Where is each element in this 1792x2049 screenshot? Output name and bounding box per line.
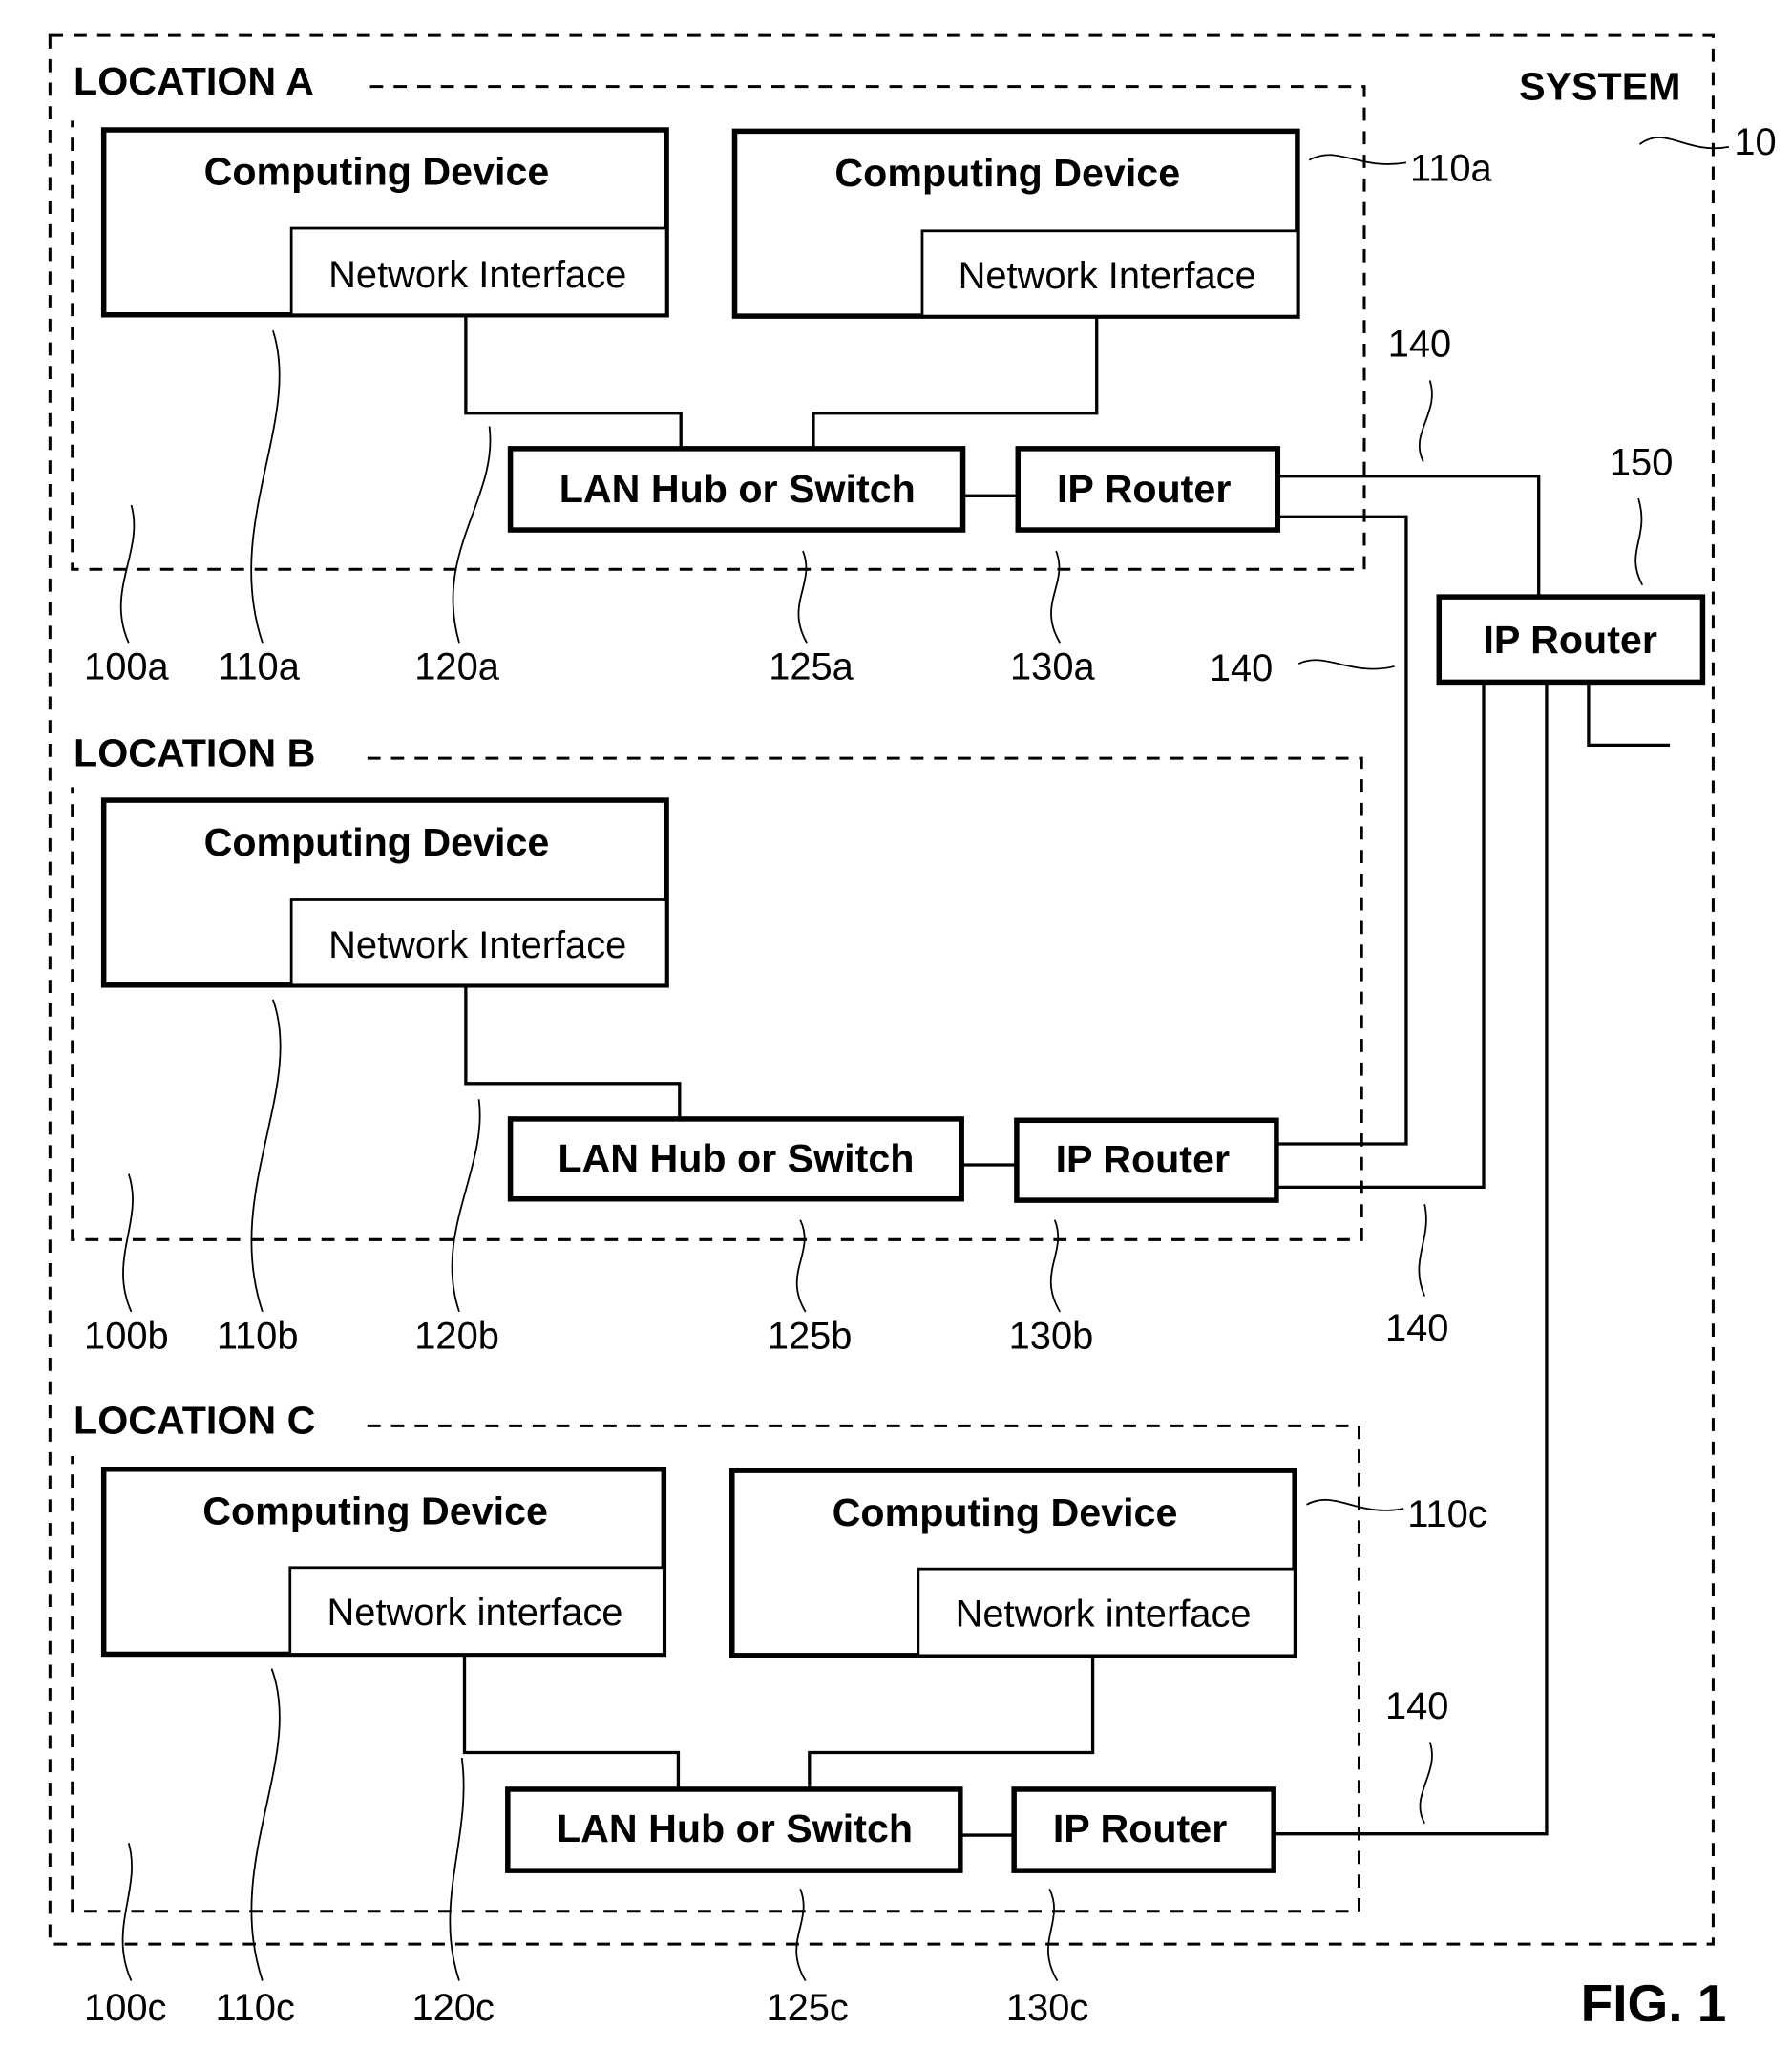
- ref-leader-140-mid: [1297, 659, 1395, 670]
- ref-leader-125c: [795, 1889, 807, 1982]
- computing-device-b1-label: Computing Device: [204, 820, 550, 864]
- wan-link-a1: [1277, 475, 1541, 598]
- ref-130c: 130c: [1006, 1987, 1088, 2029]
- location-a-title: LOCATION A: [74, 59, 314, 103]
- ref-100c: 100c: [84, 1987, 166, 2029]
- wire-c2-hub: [808, 1657, 1095, 1789]
- ip-router-a-label: IP Router: [1057, 467, 1231, 511]
- ref-100a: 100a: [84, 646, 169, 688]
- ref-130b: 130b: [1009, 1315, 1094, 1357]
- wire-b1-hub: [464, 986, 682, 1119]
- ref-140-top: 140: [1388, 324, 1451, 366]
- ref-leader-100b: [122, 1173, 134, 1313]
- wire-a2-hub: [812, 317, 1099, 449]
- wire-a1-hub: [464, 317, 683, 449]
- ref-leader-110b: [250, 999, 282, 1313]
- ref-110c-right: 110c: [1407, 1493, 1486, 1535]
- ip-router-b-label: IP Router: [1056, 1137, 1230, 1181]
- ref-leader-125b: [795, 1219, 807, 1313]
- computing-device-a2-label: Computing Device: [834, 151, 1180, 195]
- location-a: LOCATION A Computing Device Network Inte…: [71, 59, 1493, 688]
- network-interface-a2-label: Network Interface: [959, 255, 1256, 297]
- ref-110c: 110c: [215, 1987, 294, 2029]
- ref-120a: 120a: [414, 646, 499, 688]
- ref-125a: 125a: [769, 646, 854, 688]
- ref-125b: 125b: [768, 1315, 853, 1357]
- ref-120c: 120c: [412, 1987, 495, 2029]
- ref-150: 150: [1610, 441, 1673, 483]
- network-system-diagram: SYSTEM 10 LOCATION A Computing Device Ne…: [48, 33, 1777, 2033]
- ref-leader-130a: [1050, 550, 1062, 644]
- ref-leader-140-top: [1418, 380, 1433, 463]
- computing-device-c2-label: Computing Device: [833, 1490, 1178, 1534]
- network-interface-a1-label: Network Interface: [328, 254, 626, 296]
- ref-leader-125a: [797, 550, 808, 644]
- ref-140-mid: 140: [1210, 647, 1273, 689]
- ref-leader-110c: [250, 1668, 281, 1981]
- ref-leader-120b: [451, 1099, 481, 1313]
- ref-110a: 110a: [218, 646, 300, 688]
- ref-120b: 120b: [414, 1315, 499, 1357]
- system-ref: 10: [1734, 121, 1776, 163]
- ref-130a: 130a: [1010, 646, 1095, 688]
- network-interface-c2-label: Network interface: [956, 1594, 1252, 1636]
- location-b-title: LOCATION B: [74, 730, 315, 774]
- ref-100b: 100b: [84, 1315, 169, 1357]
- ref-leader-130b: [1049, 1219, 1062, 1313]
- central-ip-router-label: IP Router: [1483, 618, 1656, 662]
- lan-hub-c-label: LAN Hub or Switch: [557, 1806, 913, 1850]
- ref-leader-110c-right: [1306, 1498, 1404, 1511]
- wan-link-b: [1277, 682, 1486, 1190]
- ref-125c: 125c: [766, 1987, 848, 2029]
- ref-leader-140-c: [1419, 1742, 1433, 1825]
- ref-leader-140-b: [1418, 1204, 1427, 1297]
- network-interface-b1-label: Network Interface: [328, 924, 626, 966]
- figure-label: FIG. 1: [1581, 1974, 1727, 2033]
- ref-leader-120c: [449, 1757, 465, 1981]
- ref-110b: 110b: [217, 1315, 299, 1357]
- ref-leader-110a-right: [1308, 154, 1407, 165]
- wan-link-c: [1275, 682, 1549, 1836]
- ref-leader-130c: [1047, 1889, 1059, 1982]
- wan-link-a2: [1277, 515, 1408, 1146]
- ref-140-b: 140: [1385, 1307, 1448, 1349]
- ref-110a-right: 110a: [1410, 148, 1492, 190]
- system-ref-leader: [1638, 137, 1730, 150]
- ip-router-c-label: IP Router: [1053, 1806, 1227, 1850]
- ref-140-c: 140: [1385, 1685, 1448, 1727]
- ref-leader-110a: [250, 329, 281, 644]
- ref-leader-100a: [119, 504, 136, 644]
- location-b: LOCATION B Computing Device Network Inte…: [71, 730, 1363, 1357]
- location-c-title: LOCATION C: [74, 1399, 315, 1443]
- ref-leader-150: [1634, 497, 1644, 586]
- location-c: LOCATION C Computing Device Network inte…: [71, 1399, 1487, 2029]
- lan-hub-b-label: LAN Hub or Switch: [558, 1136, 914, 1180]
- ref-leader-100c: [121, 1843, 133, 1981]
- network-interface-c1-label: Network interface: [327, 1592, 623, 1634]
- computing-device-a1-label: Computing Device: [204, 150, 550, 194]
- ref-leader-120a: [452, 426, 492, 644]
- system-label: SYSTEM: [1519, 64, 1680, 108]
- wan-link-external: [1587, 682, 1671, 748]
- lan-hub-a-label: LAN Hub or Switch: [559, 467, 916, 511]
- wire-c1-hub: [462, 1655, 681, 1789]
- computing-device-c1-label: Computing Device: [202, 1489, 548, 1532]
